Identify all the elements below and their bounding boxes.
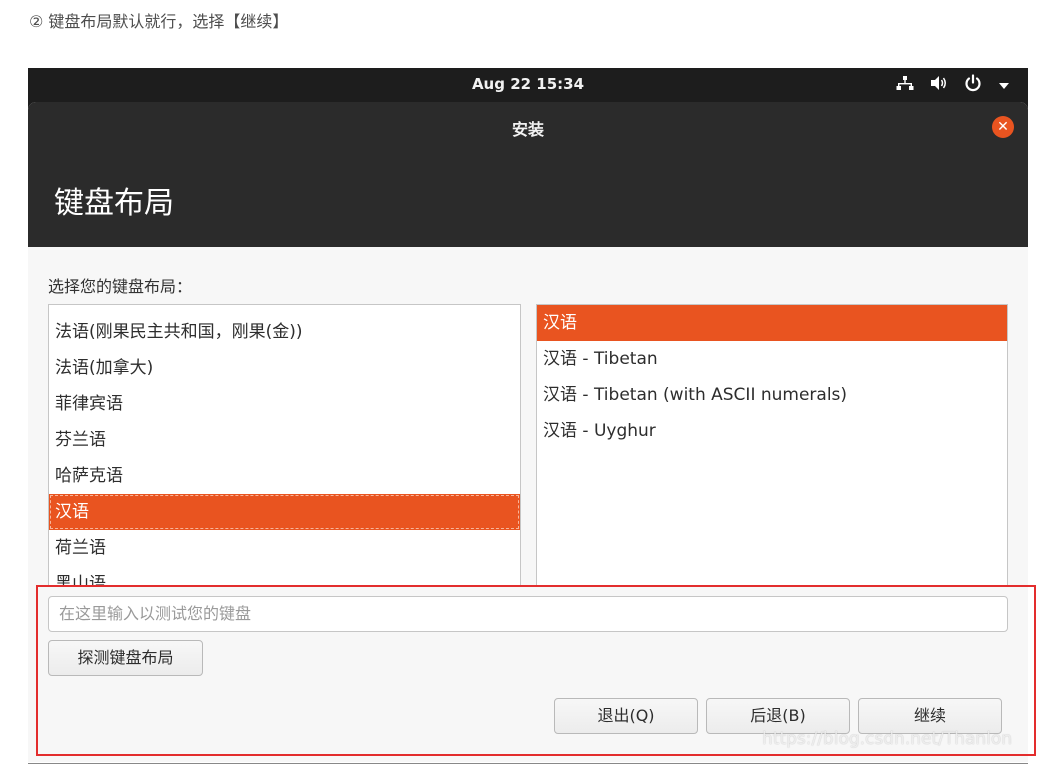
- window-title: 安装: [511, 120, 544, 139]
- caption-text: ② 键盘布局默认就行，选择【继续】: [29, 12, 289, 31]
- list-item[interactable]: 芬兰语: [49, 422, 520, 458]
- quit-button[interactable]: 退出(Q): [554, 698, 698, 734]
- window-body: 选择您的键盘布局： 法语(刚果民主共和国，刚果(金)) 法语(加拿大) 菲律宾语 芬兰…: [28, 247, 1028, 762]
- list-item[interactable]: 汉语 - Tibetan (with ASCII numerals): [537, 377, 1007, 413]
- network-icon[interactable]: [896, 75, 914, 96]
- variant-list[interactable]: 汉语 汉语 - Tibetan 汉语 - Tibetan (with ASCII n…: [536, 304, 1008, 586]
- keyboard-test-input[interactable]: 在这里输入以测试您的键盘: [48, 596, 1008, 632]
- list-item-selected[interactable]: 汉语: [49, 494, 520, 530]
- list-item[interactable]: 法语(加拿大): [49, 350, 520, 386]
- layout-prompt: 选择您的键盘布局：: [48, 277, 193, 296]
- window-header: 安装 ✕ 键盘布局: [28, 102, 1028, 247]
- watermark: https://blog.csdn.net/Thanlon: [762, 729, 1013, 749]
- ubuntu-screen: Aug 22 15:34 安装 ✕ 键盘布局 选择您的键盘布局： 法语(刚果民主…: [28, 68, 1028, 762]
- list-item[interactable]: 汉语 - Uyghur: [537, 413, 1007, 449]
- layout-list[interactable]: 法语(刚果民主共和国，刚果(金)) 法语(加拿大) 菲律宾语 芬兰语 哈萨克语 汉语 荷兰语…: [48, 304, 521, 586]
- system-tray[interactable]: [896, 74, 1010, 97]
- clock[interactable]: Aug 22 15:34: [28, 75, 1028, 93]
- detect-layout-button[interactable]: 探测键盘布局: [48, 640, 203, 676]
- top-bar: Aug 22 15:34: [28, 68, 1028, 102]
- list-item[interactable]: 法语(刚果民主共和国，刚果(金)): [49, 314, 520, 350]
- list-item[interactable]: 汉语 - Tibetan: [537, 341, 1007, 377]
- installer-window: 安装 ✕ 键盘布局 选择您的键盘布局： 法语(刚果民主共和国，刚果(金)) 法语(…: [28, 102, 1028, 762]
- page-title: 键盘布局: [54, 186, 174, 221]
- bottom-divider: [28, 763, 1028, 764]
- volume-icon[interactable]: [930, 75, 948, 96]
- list-item[interactable]: 荷兰语: [49, 530, 520, 566]
- list-item-selected[interactable]: 汉语: [537, 305, 1007, 341]
- close-icon: ✕: [997, 119, 1009, 135]
- list-item[interactable]: 菲律宾语: [49, 386, 520, 422]
- list-item[interactable]: 黑山语: [49, 566, 520, 585]
- list-item[interactable]: 哈萨克语: [49, 458, 520, 494]
- power-icon[interactable]: [964, 74, 982, 97]
- close-button[interactable]: ✕: [992, 116, 1014, 138]
- chevron-down-icon[interactable]: [998, 76, 1010, 96]
